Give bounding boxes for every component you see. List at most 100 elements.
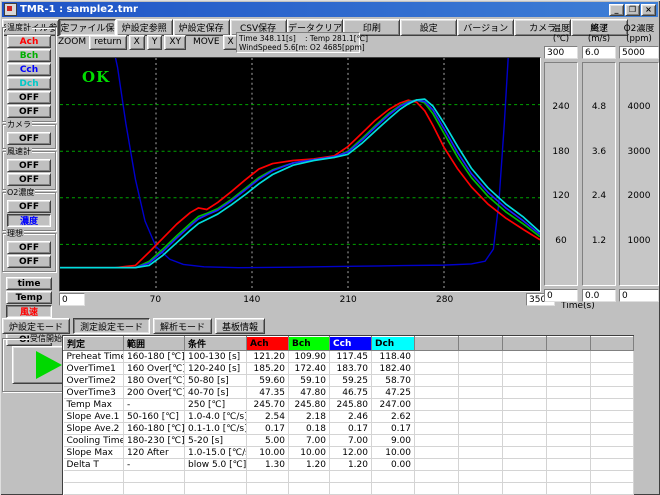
table-header-判定: 判定	[64, 337, 124, 351]
cell-value: 10.00	[372, 447, 415, 459]
cell-value: 7.00	[330, 435, 372, 447]
status-o2: : O2 4685[ppm]	[305, 43, 365, 52]
table-row: Preheat Time160-180 [℃]100-130 [s]121.20…	[64, 351, 634, 363]
table-header-ach: Ach	[247, 337, 289, 351]
sidebar-button-風速[interactable]: 風速	[6, 305, 52, 318]
mode-tabs: 炉設定モード 測定設定モード 解析モード 基板情報	[2, 318, 268, 334]
sidebar-button-off[interactable]: OFF	[7, 159, 51, 172]
cell-empty	[503, 351, 547, 363]
cell-empty	[124, 471, 185, 483]
judge-ok-label: OK	[82, 68, 110, 86]
cell-value: 7.00	[289, 435, 330, 447]
cell-empty	[547, 435, 591, 447]
profile-chart[interactable]: OK	[59, 57, 541, 292]
scale-min-input[interactable]	[619, 289, 659, 302]
zoom-button-x[interactable]: X	[129, 35, 145, 50]
cell-value: 59.60	[247, 375, 289, 387]
zoom-button-xy[interactable]: XY	[164, 35, 186, 50]
cell-empty	[547, 423, 591, 435]
table-row: Temp Max-250 [℃]245.70245.80245.80247.00	[64, 399, 634, 411]
sidebar-button-temp[interactable]: Temp	[6, 291, 52, 304]
cell-empty	[547, 459, 591, 471]
cell-value: 47.25	[372, 387, 415, 399]
x-tick-label: 70	[150, 295, 161, 305]
cell-empty	[503, 387, 547, 399]
scale-min-input[interactable]	[544, 289, 578, 302]
cell-empty	[459, 375, 503, 387]
cell-empty	[547, 447, 591, 459]
restore-button[interactable]: ❐	[625, 4, 640, 16]
scale-unit: (ppm)	[619, 34, 659, 44]
cell-empty	[415, 423, 459, 435]
cell-empty	[330, 471, 372, 483]
cell-value: 109.90	[289, 351, 330, 363]
tab-analysis-mode[interactable]: 解析モード	[153, 318, 212, 334]
sidebar-group-2: 風速計OFFOFF	[2, 151, 56, 190]
cell-empty	[503, 423, 547, 435]
tab-measure-setting-mode[interactable]: 測定設定モード	[73, 318, 150, 334]
sidebar-button-off[interactable]: OFF	[7, 255, 51, 268]
x-min-input[interactable]	[59, 293, 85, 306]
minimize-button[interactable]: _	[609, 4, 624, 16]
tab-board-info[interactable]: 基板情報	[215, 318, 265, 334]
table-header-empty	[547, 337, 591, 351]
zoom-button-return[interactable]: return	[89, 35, 127, 50]
cell-value: 185.20	[247, 363, 289, 375]
close-button[interactable]: ×	[641, 4, 656, 16]
sidebar-button-off[interactable]: OFF	[7, 132, 51, 145]
sidebar-button-cch[interactable]: Cch	[7, 63, 51, 76]
cell-value: 172.40	[289, 363, 330, 375]
cell-empty	[247, 471, 289, 483]
sidebar-button-off[interactable]: OFF	[7, 241, 51, 254]
cell-value: 1.20	[330, 459, 372, 471]
scale-tick-label: 240	[545, 102, 577, 112]
table-header-empty	[591, 337, 634, 351]
cell-empty	[591, 423, 634, 435]
cell-range: 50-160 [℃]	[124, 411, 185, 423]
scale-title: O2濃度	[619, 24, 659, 34]
tab-furnace-setting-mode[interactable]: 炉設定モード	[2, 318, 70, 334]
cell-empty	[591, 483, 634, 495]
sidebar-button-濃度[interactable]: 濃度	[7, 214, 51, 227]
scale-title: 温度	[544, 24, 578, 34]
cell-value: 5.00	[247, 435, 289, 447]
x-axis: 70140210280	[59, 293, 541, 308]
cell-condition: 50-80 [s]	[185, 375, 247, 387]
sidebar-button-ach[interactable]: Ach	[7, 35, 51, 48]
title-bar: TMR-1 : sample2.tmr _ ❐ ×	[2, 2, 658, 17]
cell-value: 117.45	[330, 351, 372, 363]
scale-tick-label: 1.2	[583, 236, 615, 246]
cell-empty	[459, 435, 503, 447]
x-tick-label: 210	[340, 295, 357, 305]
cell-empty	[591, 435, 634, 447]
menu-button-7[interactable]: 設定	[400, 19, 457, 36]
sidebar-button-time[interactable]: time	[6, 277, 52, 290]
cell-value: 2.54	[247, 411, 289, 423]
sidebar-group-1: カメラOFF	[2, 124, 56, 149]
scale-max-input[interactable]	[619, 46, 659, 59]
zoom-button-y[interactable]: Y	[147, 35, 163, 50]
table-header-empty	[459, 337, 503, 351]
cell-empty	[289, 483, 330, 495]
sidebar-button-off[interactable]: OFF	[7, 200, 51, 213]
cell-empty	[503, 411, 547, 423]
scale-max-input[interactable]	[544, 46, 578, 59]
scale-tick-label: 60	[545, 236, 577, 246]
scale-min-input[interactable]	[582, 289, 616, 302]
menu-button-8[interactable]: バージョン	[457, 19, 514, 36]
cell-empty	[459, 459, 503, 471]
sidebar-button-bch[interactable]: Bch	[7, 49, 51, 62]
sidebar-group-3: O2濃度OFF濃度	[2, 192, 56, 231]
sidebar-group-label: 温度計	[6, 23, 32, 32]
sidebar-button-off[interactable]: OFF	[7, 173, 51, 186]
x-tick-label: 280	[436, 295, 453, 305]
cell-value: 118.40	[372, 351, 415, 363]
scale-max-input[interactable]	[582, 46, 616, 59]
cell-condition: 1.0-4.0 [℃/s]	[185, 411, 247, 423]
scale-tick-label: 4000	[620, 102, 658, 112]
sidebar-button-off[interactable]: OFF	[7, 105, 51, 118]
cell-value: 247.00	[372, 399, 415, 411]
sidebar-button-dch[interactable]: Dch	[7, 77, 51, 90]
cell-value: 0.00	[372, 459, 415, 471]
sidebar-button-off[interactable]: OFF	[7, 91, 51, 104]
